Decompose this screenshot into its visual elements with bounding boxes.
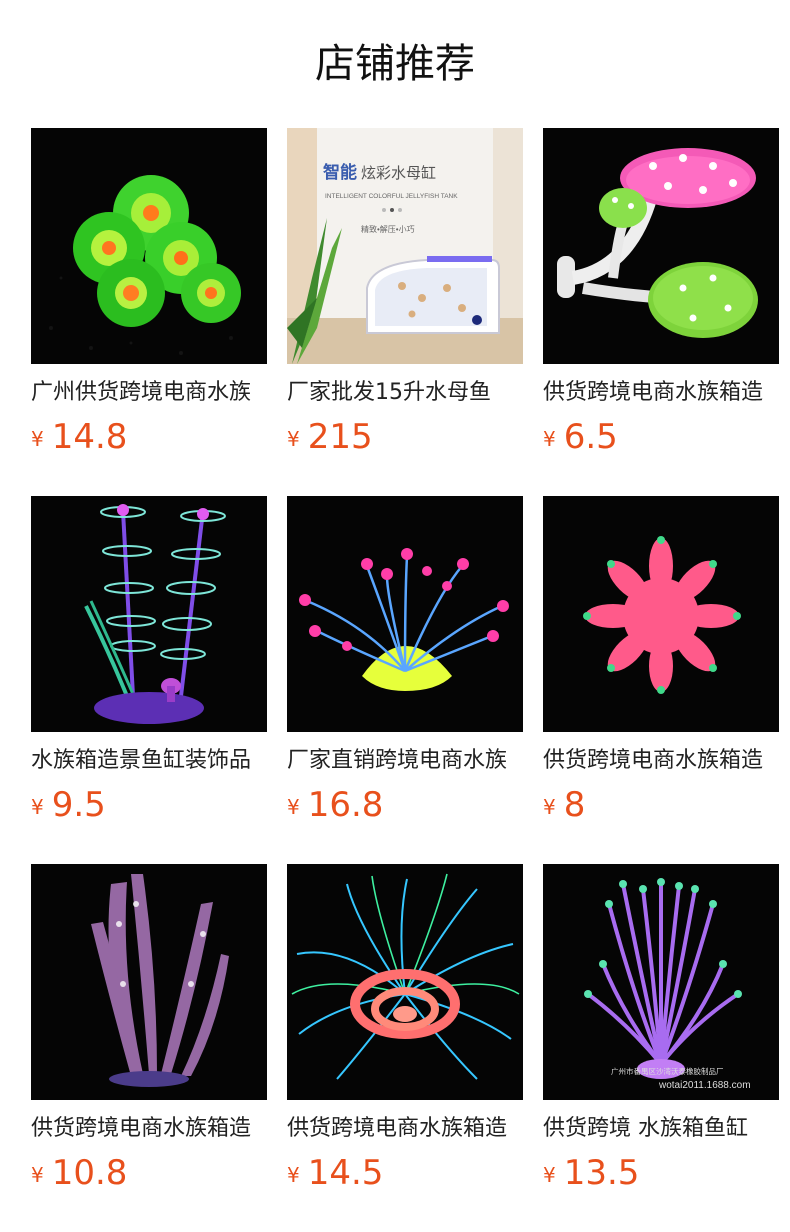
product-card[interactable]: 广州供货跨境电商水族 ¥14.8 [31, 128, 267, 464]
image-watermark-line2: wotai2011.1688.com [658, 1080, 751, 1091]
product-name[interactable]: 水族箱造景鱼缸装饰品 [31, 745, 267, 777]
product-image-purple-plant[interactable] [31, 496, 267, 732]
product-card[interactable]: 供货跨境电商水族箱造 ¥10.8 [31, 864, 267, 1200]
currency-symbol: ¥ [543, 795, 556, 819]
product-price: ¥10.8 [31, 1151, 267, 1195]
product-card[interactable]: 智能 炫彩水母缸 INTELLIGENT COLORFUL JELLYFISH … [287, 128, 523, 464]
product-image-jellyfish-tank[interactable]: 智能 炫彩水母缸 INTELLIGENT COLORFUL JELLYFISH … [287, 128, 523, 364]
product-price: ¥8 [543, 783, 779, 827]
price-value: 16.8 [307, 785, 384, 825]
product-name[interactable]: 广州供货跨境电商水族 [31, 377, 267, 409]
product-price: ¥16.8 [287, 783, 523, 827]
price-value: 215 [307, 417, 373, 457]
product-name[interactable]: 供货跨境 水族箱鱼缸 [543, 1113, 779, 1145]
currency-symbol: ¥ [31, 427, 44, 451]
product-price: ¥13.5 [543, 1151, 779, 1195]
image-headline-bold: 智能 [323, 162, 357, 182]
price-value: 10.8 [51, 1153, 128, 1193]
product-image-green-coral[interactable] [31, 128, 267, 364]
product-card[interactable]: 供货跨境电商水族箱造 ¥8 [543, 496, 779, 832]
product-price: ¥14.8 [31, 415, 267, 459]
product-card[interactable]: 供货跨境电商水族箱造 ¥6.5 [543, 128, 779, 464]
product-image-yellow-anemone[interactable] [287, 496, 523, 732]
currency-symbol: ¥ [287, 1163, 300, 1187]
product-price: ¥6.5 [543, 415, 779, 459]
currency-symbol: ¥ [287, 427, 300, 451]
price-value: 14.8 [51, 417, 128, 457]
product-image-tube-anemone[interactable]: 广州市番禺区沙湾沃泰橡胶制品厂 wotai2011.1688.com [543, 864, 779, 1100]
product-image-neon-anemone[interactable] [287, 864, 523, 1100]
product-name[interactable]: 供货跨境电商水族箱造 [287, 1113, 523, 1145]
product-card[interactable]: 厂家直销跨境电商水族 ¥16.8 [287, 496, 523, 832]
price-value: 13.5 [563, 1153, 640, 1193]
page-title: 店铺推荐 [315, 41, 475, 87]
image-watermark-line1: 广州市番禺区沙湾沃泰橡胶制品厂 [611, 1066, 724, 1076]
product-card[interactable]: 水族箱造景鱼缸装饰品 ¥9.5 [31, 496, 267, 832]
currency-symbol: ¥ [31, 1163, 44, 1187]
image-tagline: 精致•解压•小巧 [361, 224, 415, 234]
product-card[interactable]: 供货跨境电商水族箱造 ¥14.5 [287, 864, 523, 1200]
product-name[interactable]: 厂家直销跨境电商水族 [287, 745, 523, 777]
product-image-mushroom[interactable] [543, 128, 779, 364]
product-price: ¥14.5 [287, 1151, 523, 1195]
product-image-pink-coral[interactable] [543, 496, 779, 732]
product-image-leaf-plant[interactable] [31, 864, 267, 1100]
product-price: ¥9.5 [31, 783, 267, 827]
product-name[interactable]: 厂家批发15升水母鱼 [287, 377, 523, 409]
product-name[interactable]: 供货跨境电商水族箱造 [543, 377, 779, 409]
price-value: 14.5 [307, 1153, 384, 1193]
price-value: 9.5 [51, 785, 106, 825]
price-value: 6.5 [563, 417, 618, 457]
currency-symbol: ¥ [31, 795, 44, 819]
currency-symbol: ¥ [287, 795, 300, 819]
image-headline: 炫彩水母缸 [361, 164, 436, 182]
product-card[interactable]: 广州市番禺区沙湾沃泰橡胶制品厂 wotai2011.1688.com 供货跨境 … [543, 864, 779, 1200]
currency-symbol: ¥ [543, 427, 556, 451]
product-price: ¥215 [287, 415, 523, 459]
product-name[interactable]: 供货跨境电商水族箱造 [31, 1113, 267, 1145]
price-value: 8 [563, 785, 586, 825]
product-name[interactable]: 供货跨境电商水族箱造 [543, 745, 779, 777]
currency-symbol: ¥ [543, 1163, 556, 1187]
image-subtitle: INTELLIGENT COLORFUL JELLYFISH TANK [325, 193, 458, 200]
product-grid: 广州供货跨境电商水族 ¥14.8 智能 炫彩水母缸 INTELLIGENT CO… [31, 128, 779, 1200]
